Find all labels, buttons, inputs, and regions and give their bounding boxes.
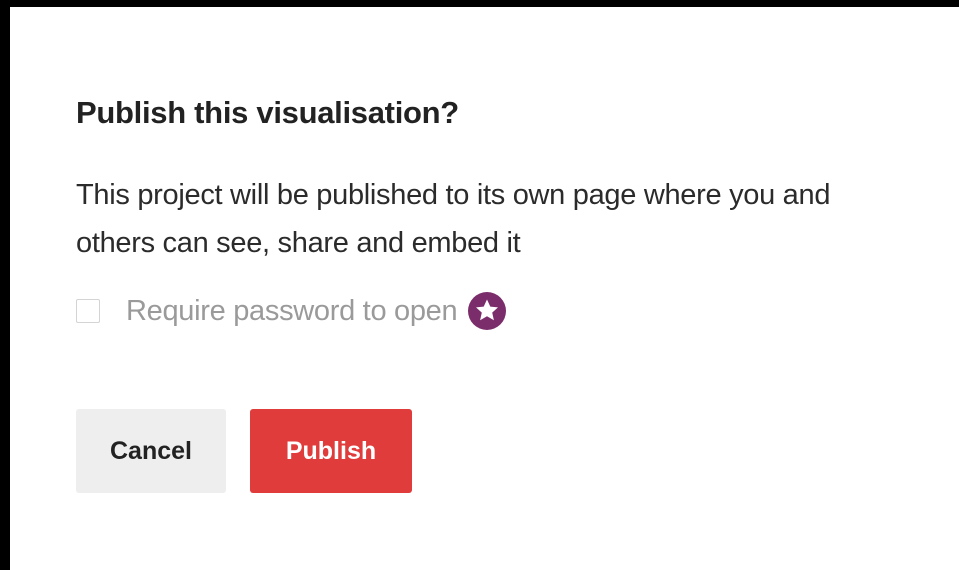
dialog-description: This project will be published to its ow…: [76, 179, 831, 259]
password-option[interactable]: Require password to open: [76, 291, 507, 331]
publish-dialog: Publish this visualisation? This project…: [76, 7, 959, 570]
require-password-label[interactable]: Require password to open: [126, 295, 458, 328]
publish-button[interactable]: Publish: [250, 409, 412, 493]
star-icon: [467, 291, 507, 331]
cancel-button[interactable]: Cancel: [76, 409, 226, 493]
require-password-checkbox[interactable]: [76, 299, 100, 323]
dialog-frame: Publish this visualisation? This project…: [10, 7, 959, 570]
dialog-title: Publish this visualisation?: [76, 95, 459, 130]
dialog-actions: Cancel Publish: [76, 409, 412, 493]
